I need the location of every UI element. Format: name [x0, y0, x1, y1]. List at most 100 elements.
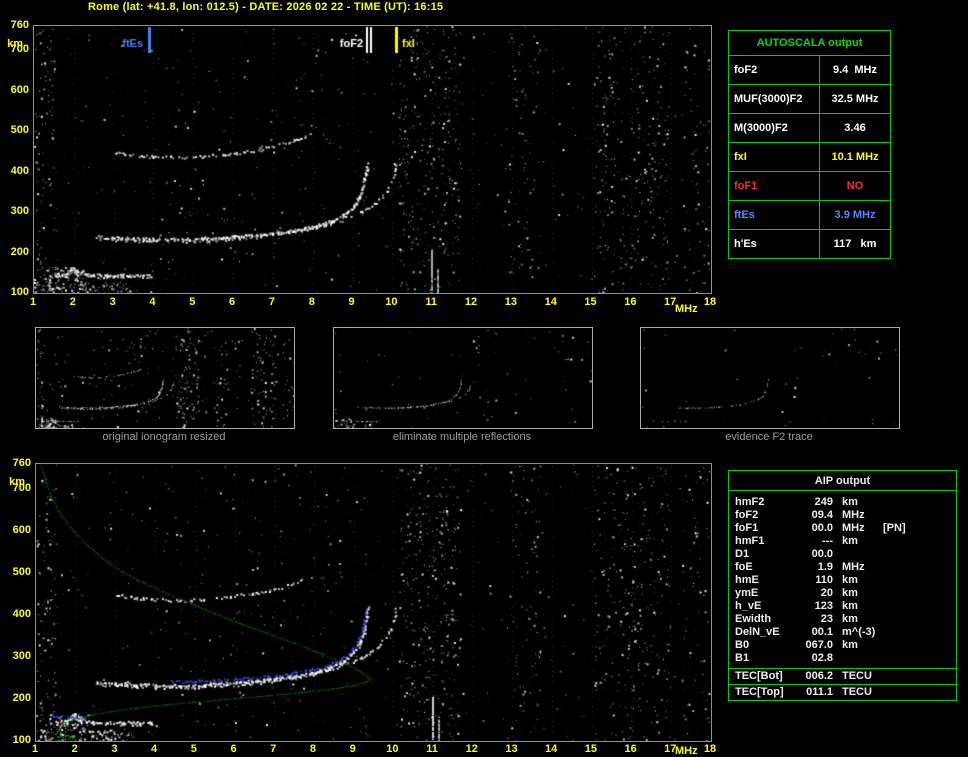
x-axis-unit: MHz — [675, 303, 698, 315]
x-tick-label: 13 — [504, 296, 517, 308]
param-note — [883, 600, 950, 613]
x-tick-label: 8 — [308, 296, 315, 308]
y-tick-label: 400 — [10, 164, 29, 177]
param-name: fxI — [728, 142, 820, 172]
aip-row: foE 1.9 MHz — [729, 561, 956, 574]
param-value: 10.1 MHz — [819, 142, 891, 172]
x-tick-label: 5 — [189, 296, 196, 308]
param-value: 09.4 — [811, 509, 833, 521]
x-tick-label: 1 — [31, 743, 39, 755]
x-tick-label: 18 — [703, 743, 717, 755]
param-unit: TECU — [842, 670, 872, 682]
param-name: foE — [735, 561, 753, 573]
param-name: foF1 — [735, 522, 759, 534]
param-value: 02.8 — [811, 652, 833, 664]
x-tick-label: 4 — [149, 296, 156, 308]
top-ionogram-canvas — [33, 25, 712, 294]
param-name: Ewidth — [735, 613, 772, 625]
y-tick-label: 500 — [12, 566, 31, 579]
param-value: 9.4 MHz — [819, 55, 891, 85]
param-name: MUF(3000)F2 — [728, 84, 820, 114]
x-tick-label: 2 — [69, 296, 76, 308]
x-tick-label: 12 — [464, 296, 478, 308]
x-tick-label: 2 — [71, 743, 78, 755]
aip-rows: hmF2 249 km foF2 09.4 MHz foF1 00.0 MHz [PN] hmF1 -… — [729, 491, 956, 668]
x-tick-label: 10 — [386, 743, 399, 755]
y-tick-label: 760 — [12, 457, 31, 469]
autoscala-row: foF2 9.4 MHz — [728, 55, 891, 85]
aip-row: ymE 20 km — [729, 587, 956, 600]
autoscala-row: fxI 10.1 MHz — [728, 142, 891, 172]
y-tick-label: 300 — [12, 650, 31, 663]
param-note — [883, 613, 950, 626]
x-tick-label: 14 — [544, 296, 557, 308]
x-tick-label: 15 — [584, 743, 597, 755]
param-value: NO — [819, 171, 891, 201]
x-tick-label: 4 — [151, 743, 158, 755]
param-value: 006.2 — [805, 670, 833, 682]
param-note — [883, 548, 950, 561]
aip-row: B0 067.0 km — [729, 639, 956, 652]
param-unit: km — [842, 587, 858, 599]
param-name: M(3000)F2 — [728, 113, 820, 143]
x-tick-label: 18 — [703, 296, 717, 308]
param-name: foF2 — [728, 55, 820, 85]
aip-row: hmF1 --- km — [729, 535, 956, 548]
y-tick-label: 400 — [12, 608, 31, 621]
x-tick-label: 10 — [385, 296, 398, 308]
aip-row: hmF2 249 km — [729, 496, 956, 509]
param-name: D1 — [735, 548, 750, 560]
autoscala-header-row: AUTOSCALA output — [728, 30, 891, 56]
param-name: foF2 — [735, 509, 759, 521]
param-value: 123 — [814, 600, 833, 612]
param-value: 23 — [820, 613, 833, 625]
x-tick-label: 12 — [465, 743, 478, 755]
aip-title: AIP output — [729, 471, 956, 491]
aip-row: hmE 110 km — [729, 574, 956, 587]
param-unit: m^(-3) — [842, 626, 876, 638]
x-tick-label: 6 — [230, 743, 237, 755]
aip-row: B1 02.8 — [729, 652, 956, 665]
param-value: 3.9 MHz — [819, 200, 891, 230]
x-tick-label: 13 — [505, 743, 518, 755]
param-name: h_vE — [735, 600, 762, 612]
aip-row: D1 00.0 — [729, 548, 956, 561]
thumb-original-ionogram-canvas — [35, 327, 295, 429]
x-tick-label: 9 — [348, 296, 355, 308]
param-name: hmE — [735, 574, 759, 586]
aip-row: foF2 09.4 MHz — [729, 509, 956, 522]
thumb-caption-eliminate-multiples: eliminate multiple reflections — [392, 431, 532, 443]
y-axis-unit: km — [9, 476, 25, 488]
y-axis-unit: km — [7, 38, 23, 50]
param-value: 32.5 MHz — [819, 84, 891, 114]
aip-tec-row: TEC[Bot] 006.2 TECU — [729, 668, 956, 684]
aip-row: h_vE 123 km — [729, 600, 956, 613]
param-note — [883, 652, 950, 665]
x-tick-label: 3 — [111, 743, 118, 755]
x-tick-label: 1 — [29, 296, 37, 308]
param-value: 110 — [815, 574, 833, 586]
param-note — [883, 509, 950, 522]
param-value: --- — [822, 535, 833, 547]
param-unit: km — [842, 496, 858, 508]
aip-tec-row: TEC[Top] 011.1 TECU — [729, 684, 956, 700]
autoscala-row: h'Es 117 km — [728, 229, 891, 259]
x-tick-label: 3 — [109, 296, 116, 308]
param-note: [PN] — [883, 522, 906, 534]
param-name: h'Es — [728, 229, 820, 259]
thumb-caption-evidence-f2: evidence F2 trace — [725, 431, 813, 443]
autoscala-window: { "title": "Rome (lat: +41.8, lon: 012.5… — [0, 0, 968, 757]
x-tick-label: 8 — [309, 743, 316, 755]
param-unit: km — [842, 535, 858, 547]
param-unit: km — [842, 639, 858, 651]
autoscala-row: ftEs 3.9 MHz — [728, 200, 891, 230]
param-unit: TECU — [842, 686, 872, 698]
x-tick-label: 16 — [624, 743, 637, 755]
autoscala-row: foF1 NO — [728, 171, 891, 201]
aip-row: Ewidth 23 km — [729, 613, 956, 626]
param-value: 249 — [814, 496, 833, 508]
thumb-caption-original: original ionogram resized — [102, 431, 226, 443]
param-unit: MHz — [842, 522, 865, 534]
x-tick-label: 5 — [190, 743, 197, 755]
param-note — [883, 639, 950, 652]
